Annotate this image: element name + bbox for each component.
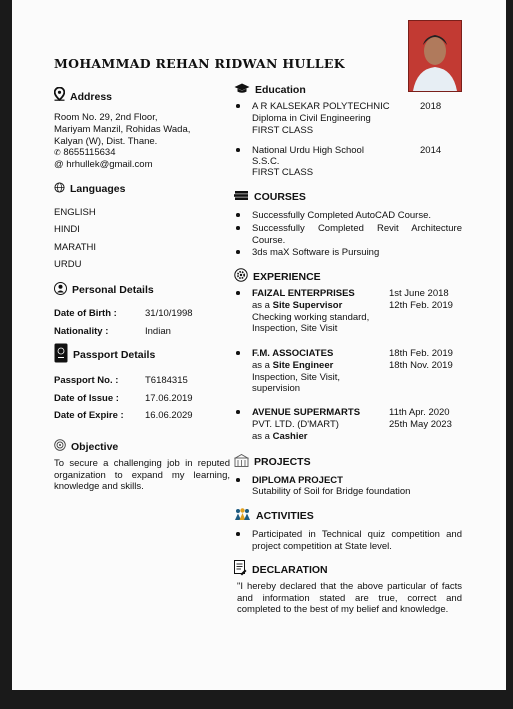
passport-no-label: Passport No. : — [54, 375, 119, 386]
education-year: 2018 — [420, 101, 442, 112]
language-item: MARATHI — [54, 242, 97, 253]
resume-page: MOHAMMAD REHAN RIDWAN HULLEK Address Roo… — [12, 0, 506, 690]
graduation-cap-icon — [234, 83, 250, 97]
nationality-value: Indian — [145, 326, 171, 337]
gear-icon — [234, 268, 248, 285]
phone-number: 8655115634 — [63, 147, 116, 158]
bullet — [236, 351, 240, 355]
company-name: FAIZAL ENTERPRISES — [252, 288, 355, 299]
books-icon — [234, 190, 249, 204]
passport-no-value: T6184315 — [145, 375, 188, 386]
job-start-date: 1st June 2018 — [389, 288, 449, 299]
languages-heading: Languages — [54, 182, 125, 196]
bullet — [236, 410, 240, 414]
project-title: DIPLOMA PROJECT — [252, 475, 343, 486]
bullet — [236, 250, 240, 254]
course-item: Successfully Completed Revit Architectur… — [252, 223, 462, 246]
education-year: 2014 — [420, 145, 442, 156]
job-role: as a Site Engineer — [252, 360, 334, 371]
job-end-date: 25th May 2023 — [389, 419, 452, 430]
objective-heading: Objective — [54, 439, 118, 454]
globe-icon — [54, 182, 65, 196]
language-item: HINDI — [54, 224, 80, 235]
profile-photo — [408, 20, 462, 92]
passport-heading: Passport Details — [54, 343, 155, 366]
person-icon — [54, 282, 67, 298]
activities-text: Participated in Technical quiz competiti… — [252, 529, 462, 552]
email-address: hrhullek@gmail.com — [66, 159, 153, 170]
company-name: AVENUE SUPERMARTS — [252, 407, 361, 418]
issue-date-label: Date of Issue : — [54, 393, 119, 404]
job-duties: Checking working standard, — [252, 312, 370, 323]
expire-date-value: 16.06.2029 — [145, 410, 193, 421]
expire-date-label: Date of Expire : — [54, 410, 124, 421]
job-end-date: 18th Nov. 2019 — [389, 360, 453, 371]
job-duties: Inspection, Site Visit — [252, 323, 338, 334]
education-institution: National Urdu High School — [252, 145, 364, 156]
phone-line: ✆ 8655115634 — [54, 147, 115, 159]
education-institution: A R KALSEKAR POLYTECHNIC — [252, 101, 390, 112]
education-degree: Diploma in Civil Engineering — [252, 113, 371, 124]
project-description: Sutability of Soil for Bridge foundation — [252, 486, 411, 497]
location-pin-icon — [53, 86, 66, 104]
language-item: ENGLISH — [54, 207, 96, 218]
address-line: Mariyam Manzil, Rohidas Wada, — [54, 124, 191, 135]
bullet — [236, 478, 240, 482]
phone-icon: ✆ — [54, 148, 61, 157]
objective-text: To secure a challenging job in reputed o… — [54, 458, 230, 492]
education-heading: Education — [234, 83, 306, 97]
job-duties: Inspection, Site Visit, — [252, 372, 341, 383]
job-duties: supervision — [252, 383, 301, 394]
course-item: Successfully Completed AutoCAD Course. — [252, 210, 431, 221]
document-icon — [234, 560, 247, 579]
activities-heading: ACTIVITIES — [234, 508, 314, 524]
passport-icon — [54, 343, 68, 366]
job-role: as a Cashier — [252, 431, 308, 442]
nationality-label: Nationality : — [54, 326, 109, 337]
courses-heading: COURSES — [234, 190, 306, 204]
company-name-line2: PVT. LTD. (D'MART) — [252, 419, 339, 430]
experience-heading: EXPERIENCE — [234, 268, 321, 285]
email-line: @ hrhullek@gmail.com — [54, 159, 153, 171]
bullet — [236, 532, 240, 536]
bullet — [236, 213, 240, 217]
address-line: Room No. 29, 2nd Floor, — [54, 112, 158, 123]
language-item: URDU — [54, 259, 82, 270]
issue-date-value: 17.06.2019 — [145, 393, 193, 404]
education-degree: S.S.C. — [252, 156, 280, 167]
education-grade: FIRST CLASS — [252, 125, 314, 136]
company-name: F.M. ASSOCIATES — [252, 348, 334, 359]
dob-value: 31/10/1998 — [145, 308, 193, 319]
declaration-text: "I hereby declared that the above partic… — [237, 581, 462, 615]
job-start-date: 18th Feb. 2019 — [389, 348, 453, 359]
declaration-heading: DECLARATION — [234, 560, 328, 579]
bullet — [236, 148, 240, 152]
education-grade: FIRST CLASS — [252, 167, 314, 178]
dob-label: Date of Birth : — [54, 308, 117, 319]
bullet — [236, 104, 240, 108]
bullet — [236, 226, 240, 230]
job-end-date: 12th Feb. 2019 — [389, 300, 453, 311]
job-role: as a Site Supervisor — [252, 300, 343, 311]
target-icon — [54, 439, 66, 454]
address-line: Kalyan (W), Dist. Thane. — [54, 136, 158, 147]
personal-details-heading: Personal Details — [54, 282, 154, 298]
candidate-name: MOHAMMAD REHAN RIDWAN HULLEK — [54, 56, 345, 71]
building-icon — [234, 453, 249, 470]
course-item: 3ds maX Software is Pursuing — [252, 247, 380, 258]
address-heading: Address — [53, 86, 112, 104]
bullet — [236, 291, 240, 295]
people-icon — [234, 508, 251, 524]
projects-heading: PROJECTS — [234, 453, 311, 470]
job-start-date: 11th Apr. 2020 — [389, 407, 450, 418]
at-icon: @ — [54, 159, 64, 170]
